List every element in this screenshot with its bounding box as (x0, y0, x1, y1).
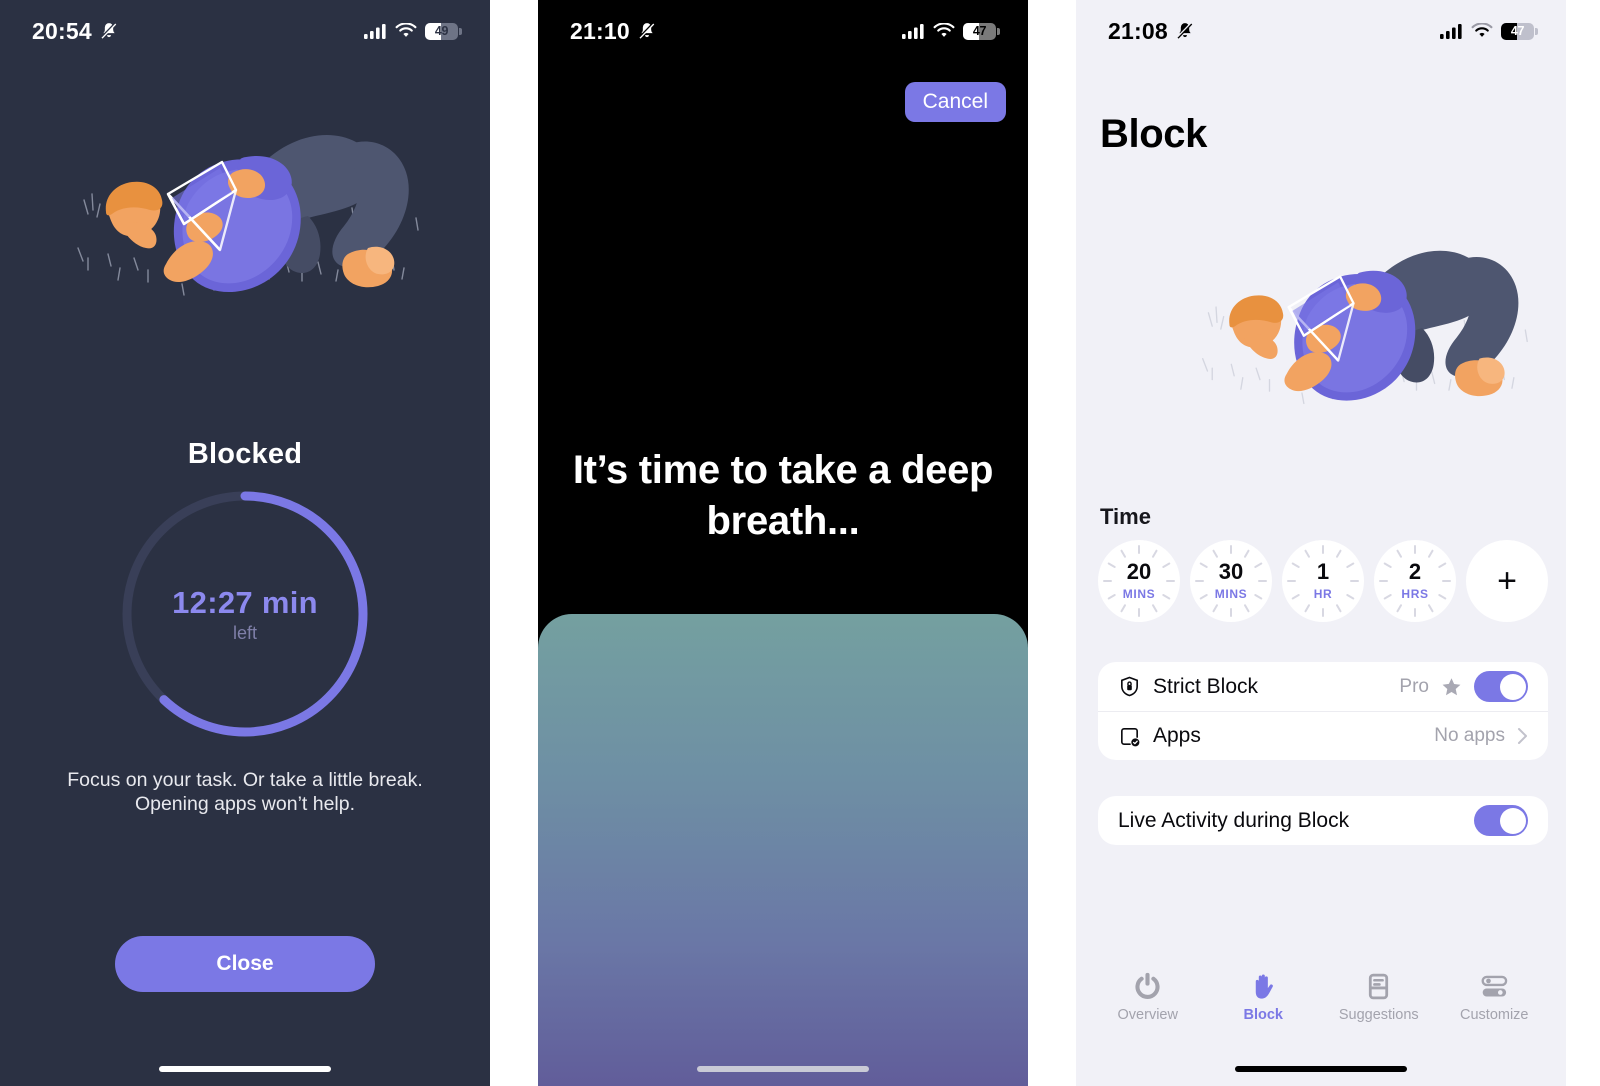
strict-block-toggle[interactable] (1474, 671, 1528, 702)
time-option-chip[interactable]: 2 HRS (1374, 540, 1456, 622)
add-time-button[interactable]: + (1466, 540, 1548, 622)
cancel-button[interactable]: Cancel (904, 82, 1006, 122)
clock-ticks-icon (1195, 545, 1267, 617)
settings-row-live-activity[interactable]: Live Activity during Block (1098, 796, 1548, 845)
battery-level: 47 (1510, 24, 1525, 38)
wifi-icon (395, 23, 417, 37)
status-time: 21:10 (570, 17, 630, 44)
time-section-label: Time (1100, 504, 1151, 529)
phone-screen-blocked: 20:54 49 Blocked 12:27 min left Focus on… (0, 0, 490, 1086)
phone-screen-breathe: 21:10 47 Cancel It’s time to take a deep… (538, 0, 1028, 1086)
breathing-gradient-sheet (538, 614, 1028, 1086)
timer-center-text: 12:27 min left (116, 485, 374, 743)
tab-block[interactable]: Block (1209, 972, 1317, 1023)
cellular-signal-icon (902, 24, 924, 39)
page-title: Block (1100, 112, 1207, 156)
bell-slash-icon (1176, 22, 1193, 39)
panel-gap (1028, 0, 1076, 1086)
phone-screen-block-settings: 21:08 47 Block Time 20 MINS 30 MINS 1 HR… (1076, 0, 1566, 1086)
status-bar: 20:54 49 (0, 0, 490, 62)
status-bar-right: 49 (364, 22, 462, 40)
person-reading-in-grass-illustration (77, 134, 419, 296)
timer-progress-ring: 12:27 min left (116, 485, 374, 743)
chevron-right-icon (1518, 728, 1527, 744)
hand-stop-icon (1255, 974, 1273, 999)
status-bar-left: 21:10 (570, 18, 657, 45)
three-phone-screenshot-stage: 20:54 49 Blocked 12:27 min left Focus on… (0, 0, 1600, 1086)
tab-label: Customize (1460, 1007, 1529, 1023)
tab-overview[interactable]: Overview (1094, 972, 1202, 1023)
settings-row-apps[interactable]: Apps No apps (1098, 711, 1548, 760)
tab-label: Suggestions (1338, 1007, 1419, 1023)
time-option-chip[interactable]: 30 MINS (1190, 540, 1272, 622)
settings-card-group-1: Strict Block Pro Apps No apps (1098, 662, 1548, 760)
card-list-icon (1369, 973, 1389, 1000)
apps-value: No apps (1434, 725, 1505, 746)
page-title: Blocked (187, 438, 303, 470)
status-bar-right: 47 (902, 22, 1000, 40)
status-bar-right: 47 (1440, 22, 1538, 40)
close-button[interactable]: Close (115, 936, 375, 992)
home-indicator[interactable] (1235, 1066, 1407, 1072)
battery-level: 49 (434, 24, 449, 38)
time-options-row: 20 MINS 30 MINS 1 HR 2 HRS + (1098, 540, 1548, 622)
bell-slash-icon (100, 22, 117, 39)
sliders-icon (1481, 975, 1508, 997)
person-reading-in-grass-illustration (1202, 250, 1528, 405)
home-indicator[interactable] (697, 1066, 869, 1072)
bottom-tab-bar: Overview Block Suggestions Customize (1076, 972, 1566, 1034)
timer-remaining: 12:27 min (172, 584, 318, 620)
tab-suggestions[interactable]: Suggestions (1325, 972, 1433, 1023)
battery-indicator: 47 (1501, 22, 1538, 40)
status-bar: 21:08 47 (1076, 0, 1566, 62)
panel-gap (490, 0, 538, 1086)
settings-row-label: Apps (1153, 724, 1201, 747)
clock-ticks-icon (1103, 545, 1175, 617)
clock-ticks-icon (1379, 545, 1451, 617)
pro-badge-label: Pro (1399, 675, 1429, 697)
bell-slash-icon (638, 22, 655, 39)
battery-level: 47 (972, 24, 987, 38)
blocked-description: Focus on your task. Or take a little bre… (67, 769, 423, 816)
tab-customize[interactable]: Customize (1440, 972, 1548, 1023)
star-icon (1442, 678, 1461, 696)
wifi-icon (933, 23, 955, 37)
shield-lock-icon (1121, 676, 1138, 697)
settings-row-label: Strict Block (1153, 674, 1259, 698)
battery-indicator: 47 (963, 22, 1000, 40)
status-time: 20:54 (32, 17, 92, 44)
settings-row-strict-block[interactable]: Strict Block Pro (1098, 662, 1548, 711)
wifi-icon (1471, 23, 1493, 37)
home-indicator[interactable] (159, 1066, 331, 1072)
time-option-chip[interactable]: 1 HR (1282, 540, 1364, 622)
timer-caption: left (232, 622, 257, 643)
status-bar-left: 21:08 (1108, 18, 1195, 45)
status-time: 21:08 (1108, 17, 1168, 44)
clock-ticks-icon (1287, 545, 1359, 617)
status-bar: 21:10 47 (538, 0, 1028, 62)
cellular-signal-icon (1440, 24, 1462, 39)
gauge-power-icon (1135, 972, 1160, 999)
live-activity-toggle[interactable] (1474, 805, 1528, 836)
tab-label: Block (1243, 1007, 1284, 1023)
cellular-signal-icon (364, 24, 386, 39)
app-check-icon (1121, 727, 1140, 746)
battery-indicator: 49 (425, 22, 462, 40)
tab-label: Overview (1117, 1007, 1178, 1023)
status-bar-left: 20:54 (32, 18, 119, 45)
time-option-chip[interactable]: 20 MINS (1098, 540, 1180, 622)
settings-card-group-2: Live Activity during Block (1098, 796, 1548, 845)
breathe-message: It’s time to take a deep breath... (572, 448, 994, 544)
settings-row-label: Live Activity during Block (1118, 808, 1350, 832)
